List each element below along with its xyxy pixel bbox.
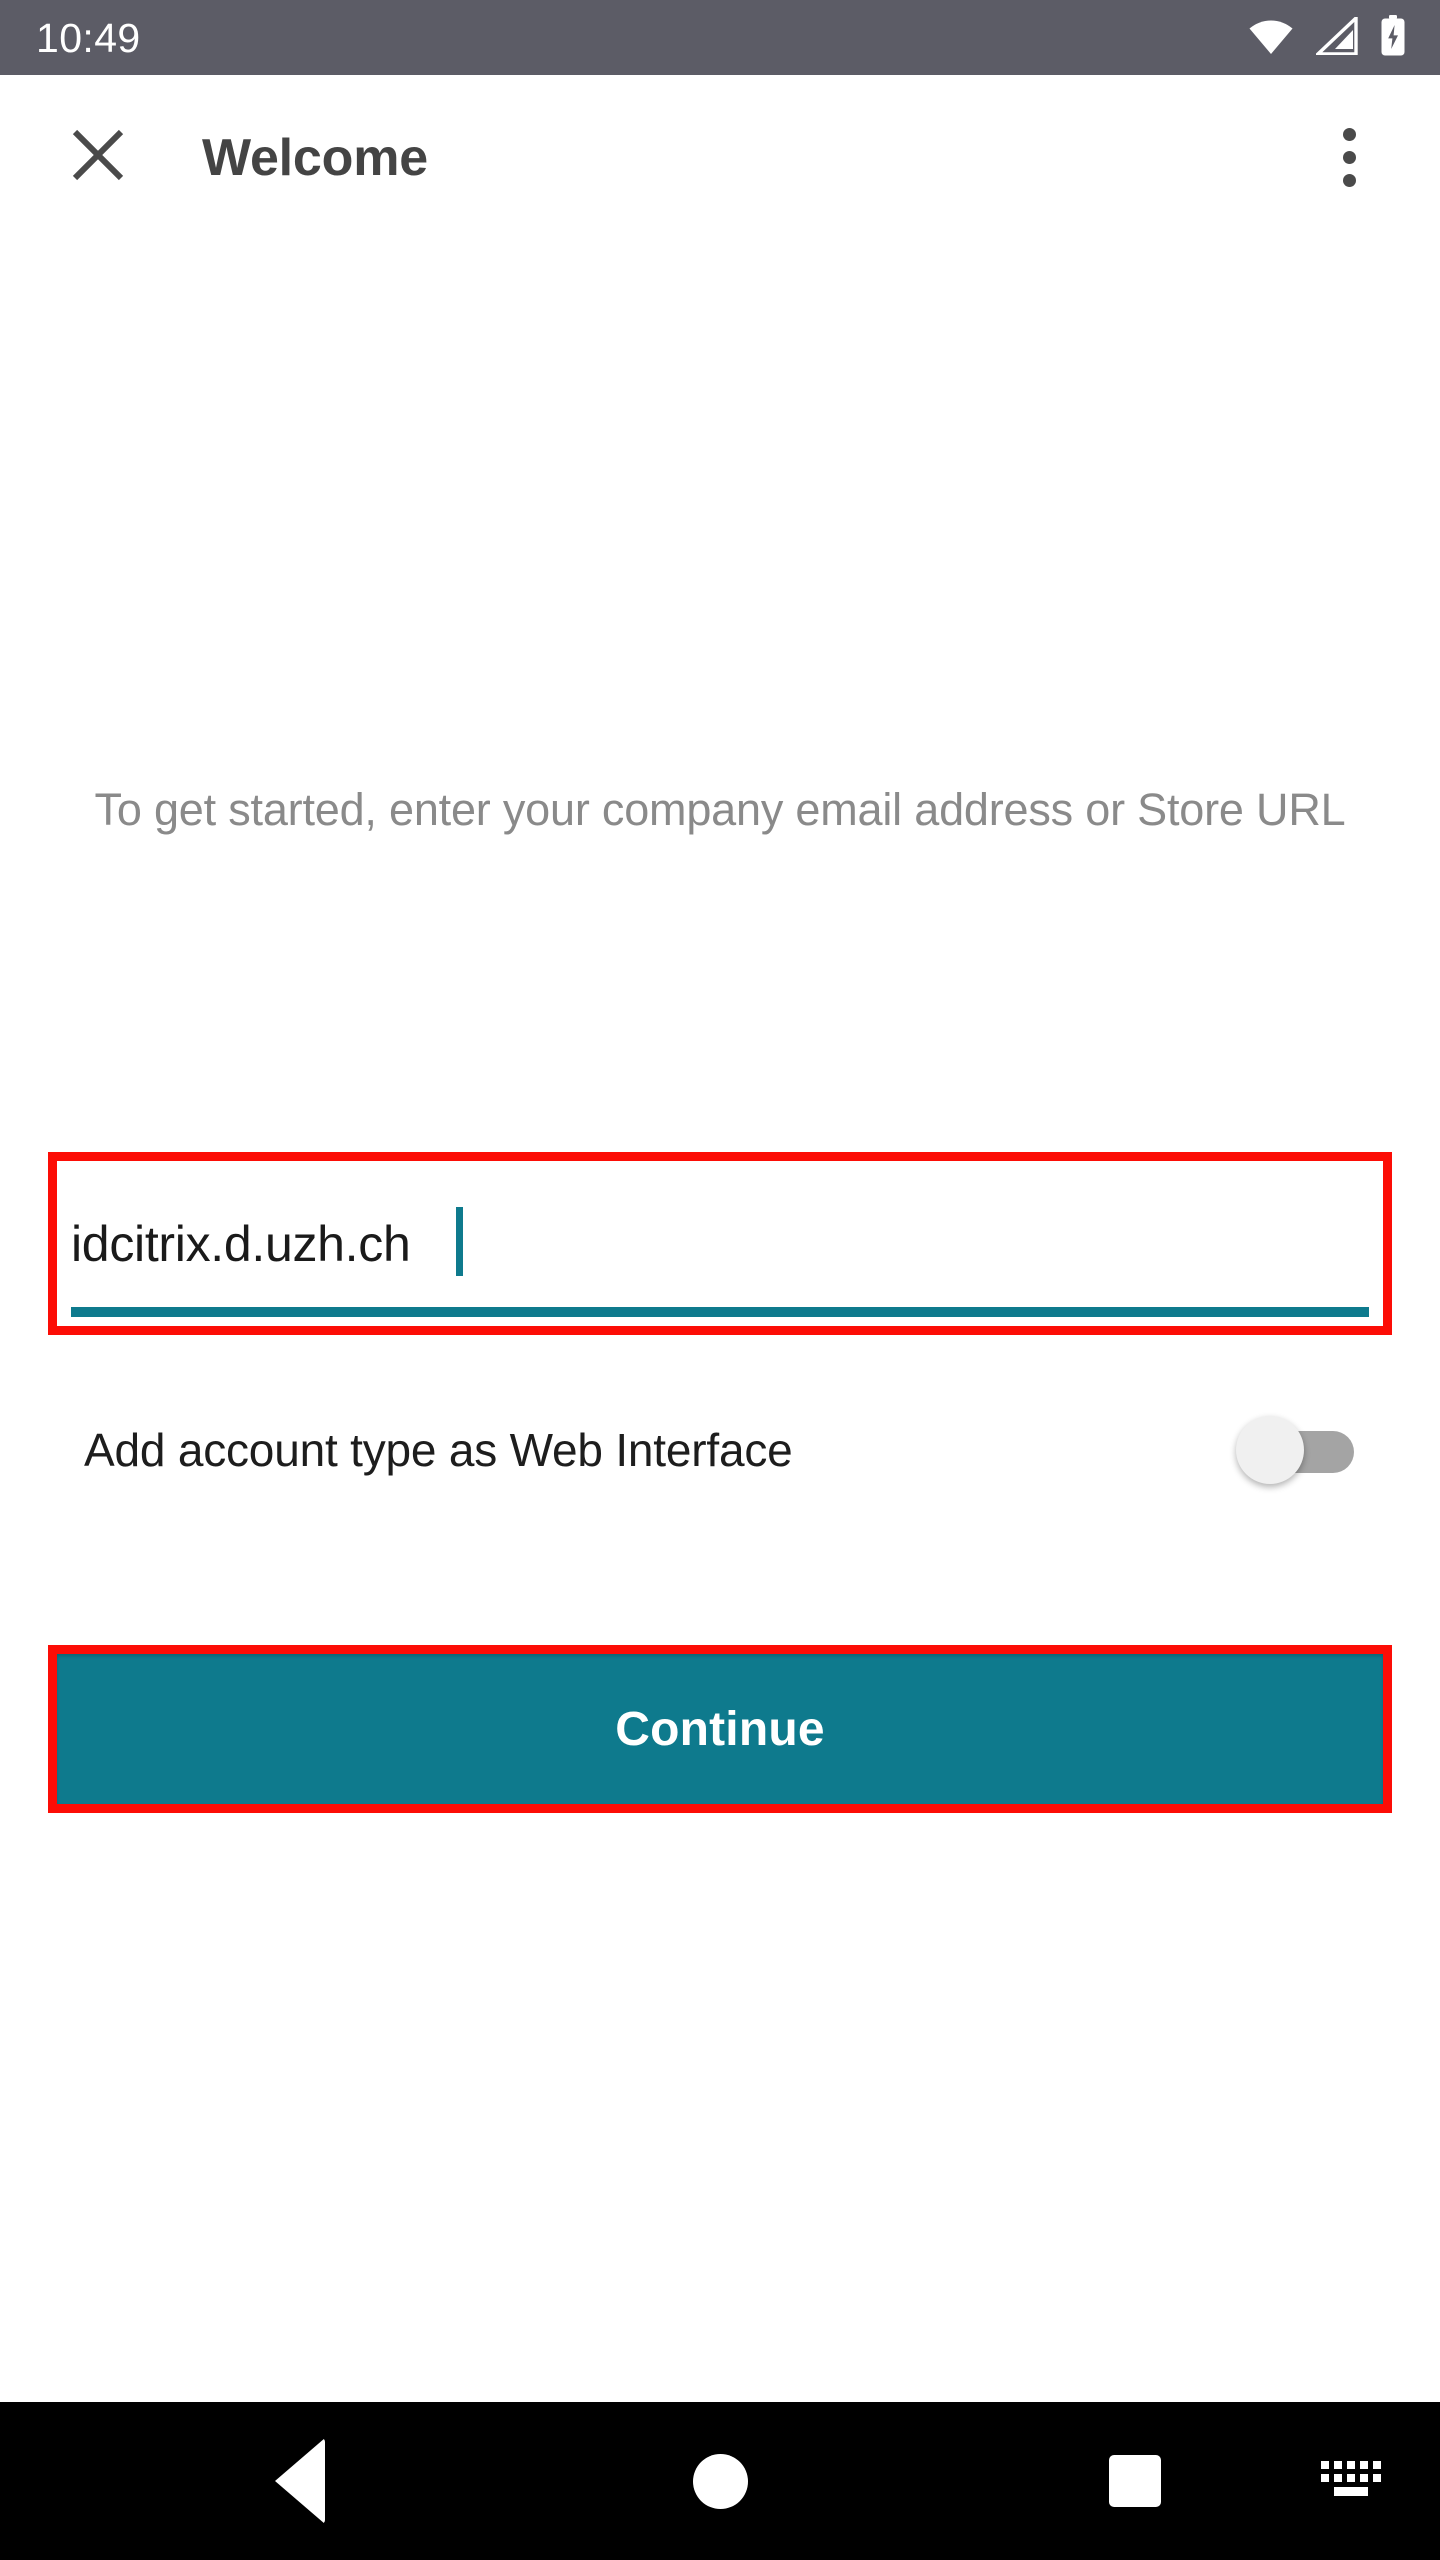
status-clock: 10:49: [36, 15, 141, 61]
page-title: Welcome: [202, 128, 428, 187]
toggle-thumb: [1236, 1416, 1304, 1484]
web-interface-toggle-row[interactable]: Add account type as Web Interface: [0, 1395, 1440, 1505]
text-caret: [456, 1207, 463, 1276]
back-triangle-icon: [275, 2438, 325, 2524]
recents-square-icon: [1109, 2455, 1161, 2507]
store-url-input-value: idcitrix.d.uzh.ch: [71, 1216, 411, 1272]
web-interface-toggle-label: Add account type as Web Interface: [84, 1424, 793, 1476]
input-underline: [71, 1307, 1369, 1317]
status-bar-icons: [1248, 13, 1406, 62]
hide-keyboard-button[interactable]: [1290, 2402, 1410, 2560]
app-bar: Welcome: [0, 75, 1440, 240]
home-button[interactable]: [635, 2402, 805, 2560]
cellular-signal-icon: [1313, 14, 1358, 60]
overflow-menu-button[interactable]: [1304, 113, 1394, 203]
recents-button[interactable]: [1050, 2402, 1220, 2560]
continue-button-label: Continue: [615, 1702, 825, 1756]
battery-charging-icon: [1380, 15, 1406, 62]
keyboard-icon: [1319, 2457, 1381, 2506]
web-interface-toggle[interactable]: [1236, 1414, 1356, 1486]
overflow-menu-icon-dot-3: [1342, 174, 1356, 187]
overflow-menu-icon: [1342, 128, 1356, 141]
intro-instruction-text: To get started, enter your company email…: [94, 784, 1346, 835]
back-button[interactable]: [215, 2402, 385, 2560]
continue-button-highlight-box: Continue: [48, 1645, 1392, 1813]
close-button[interactable]: [50, 110, 146, 206]
close-icon: [67, 124, 129, 191]
store-url-input[interactable]: idcitrix.d.uzh.ch: [57, 1161, 1383, 1326]
wifi-icon: [1248, 17, 1294, 60]
url-field-highlight-box: idcitrix.d.uzh.ch: [48, 1152, 1392, 1335]
home-circle-icon: [692, 2453, 748, 2509]
overflow-menu-icon-dot-2: [1342, 151, 1356, 164]
main-content: To get started, enter your company email…: [0, 240, 1440, 2402]
status-bar: 10:49: [0, 0, 1440, 75]
continue-button[interactable]: Continue: [57, 1654, 1383, 1804]
android-navigation-bar: [0, 2402, 1440, 2560]
